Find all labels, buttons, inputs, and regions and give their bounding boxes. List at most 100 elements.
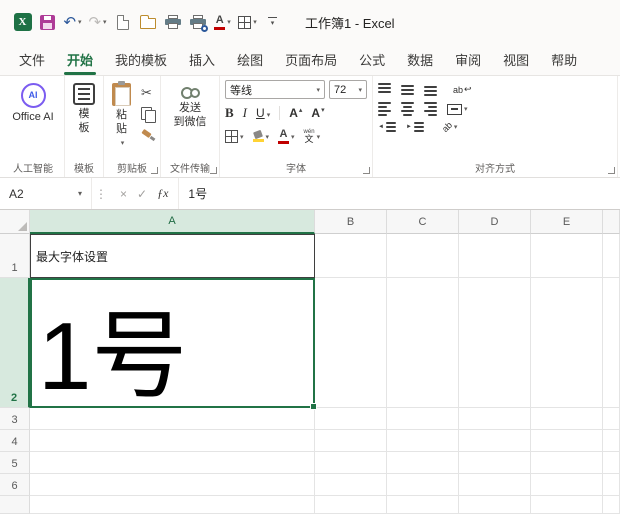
cell-a5[interactable] (30, 452, 315, 474)
cell-a7[interactable] (30, 496, 315, 514)
cell-f6[interactable] (603, 474, 620, 496)
cell-b1[interactable] (315, 234, 387, 278)
name-box[interactable]: A2 ▾ (0, 178, 92, 209)
row-header-1[interactable]: 1 (0, 234, 30, 278)
template-button[interactable]: 模板 (70, 80, 98, 139)
paste-button[interactable]: 粘贴 ▾ (109, 80, 134, 151)
tab-file[interactable]: 文件 (8, 44, 56, 75)
align-right-button[interactable] (424, 102, 437, 116)
decrease-font-button[interactable]: A ▾ (311, 107, 324, 119)
qat-borders-button[interactable]: ▾ (235, 8, 260, 36)
cell-f2[interactable] (603, 278, 620, 408)
column-header-e[interactable]: E (531, 210, 603, 234)
tab-help[interactable]: 帮助 (540, 44, 588, 75)
redo-button[interactable]: ↷ ▾ (85, 8, 110, 36)
tab-my-templates[interactable]: 我的模板 (104, 44, 178, 75)
column-header-a[interactable]: A (30, 210, 315, 234)
cell-a2-active[interactable]: 1号 (30, 278, 317, 410)
column-header-b[interactable]: B (315, 210, 387, 234)
cell-c4[interactable] (387, 430, 459, 452)
row-header-4[interactable]: 4 (0, 430, 30, 452)
align-center-button[interactable] (401, 102, 414, 116)
orientation-button[interactable]: ab ▾ (434, 120, 458, 134)
tab-formulas[interactable]: 公式 (348, 44, 396, 75)
cell-f3[interactable] (603, 408, 620, 430)
name-box-dropdown-icon[interactable]: ▾ (78, 189, 82, 198)
open-file-button[interactable] (135, 8, 160, 36)
cell-a6[interactable] (30, 474, 315, 496)
tab-review[interactable]: 审阅 (444, 44, 492, 75)
font-size-combobox[interactable]: 72 ▾ (329, 80, 367, 99)
cell-d1[interactable] (459, 234, 531, 278)
insert-function-icon[interactable]: ƒx (157, 186, 168, 201)
font-name-combobox[interactable]: 等线 ▾ (225, 80, 325, 99)
bold-button[interactable]: B (225, 105, 234, 121)
cell-e4[interactable] (531, 430, 603, 452)
cell-c1[interactable] (387, 234, 459, 278)
cell-c6[interactable] (387, 474, 459, 496)
cell-b3[interactable] (315, 408, 387, 430)
row-header-3[interactable]: 3 (0, 408, 30, 430)
increase-font-button[interactable]: A ▴ (289, 107, 302, 119)
copy-button[interactable] (141, 106, 156, 123)
tab-data[interactable]: 数据 (396, 44, 444, 75)
undo-button[interactable]: ↶ ▾ (60, 8, 85, 36)
tab-draw[interactable]: 绘图 (226, 44, 274, 75)
cell-e6[interactable] (531, 474, 603, 496)
cell-c5[interactable] (387, 452, 459, 474)
cell-d5[interactable] (459, 452, 531, 474)
cell-c2[interactable] (387, 278, 459, 408)
cell-b5[interactable] (315, 452, 387, 474)
cell-d7[interactable] (459, 496, 531, 514)
cell-d4[interactable] (459, 430, 531, 452)
top-align-button[interactable] (378, 83, 391, 96)
bottom-align-button[interactable] (424, 83, 437, 96)
font-dialog-launcher[interactable] (362, 166, 370, 174)
cell-f4[interactable] (603, 430, 620, 452)
underline-button[interactable]: U ▾ (256, 106, 270, 120)
increase-indent-button[interactable]: ► (406, 122, 424, 132)
office-ai-button[interactable]: AI Office AI (7, 80, 59, 128)
print-preview-button[interactable] (185, 8, 210, 36)
select-all-button[interactable] (0, 210, 30, 234)
customize-toolbar-button[interactable]: ▾ (260, 8, 285, 36)
phonetic-guide-button[interactable]: wén 文 ▾ (304, 129, 321, 144)
column-header-c[interactable]: C (387, 210, 459, 234)
row-header-6[interactable]: 6 (0, 474, 30, 496)
merge-center-button[interactable]: ▾ (447, 103, 468, 115)
font-color-button[interactable]: A ▾ (278, 129, 295, 144)
tab-insert[interactable]: 插入 (178, 44, 226, 75)
fill-color-button[interactable]: ▾ (252, 129, 269, 142)
cell-f5[interactable] (603, 452, 620, 474)
cell-f1[interactable] (603, 234, 620, 278)
fill-handle[interactable] (310, 403, 317, 410)
clipboard-dialog-launcher[interactable] (150, 166, 158, 174)
formula-bar-grip[interactable]: ⋮ (92, 178, 110, 209)
cell-c3[interactable] (387, 408, 459, 430)
borders-button[interactable]: ▾ (225, 130, 244, 143)
cell-a1[interactable]: 最大字体设置 (30, 234, 315, 278)
print-button[interactable] (160, 8, 185, 36)
formula-input[interactable]: 1号 (179, 178, 620, 209)
wrap-text-button[interactable]: ab ↩ (453, 84, 472, 95)
alignment-dialog-launcher[interactable] (607, 166, 615, 174)
cell-b6[interactable] (315, 474, 387, 496)
tab-home[interactable]: 开始 (56, 44, 104, 75)
cell-b7[interactable] (315, 496, 387, 514)
cell-a3[interactable] (30, 408, 315, 430)
column-header-partial[interactable] (603, 210, 620, 234)
cell-d6[interactable] (459, 474, 531, 496)
enter-icon[interactable]: ✓ (137, 187, 147, 201)
row-header-5[interactable]: 5 (0, 452, 30, 474)
decrease-indent-button[interactable]: ◄ (378, 122, 396, 132)
cell-e5[interactable] (531, 452, 603, 474)
cut-button[interactable]: ✂ (141, 85, 155, 100)
new-file-button[interactable] (110, 8, 135, 36)
cell-d3[interactable] (459, 408, 531, 430)
cell-e2[interactable] (531, 278, 603, 408)
cancel-icon[interactable]: × (120, 187, 127, 201)
tab-view[interactable]: 视图 (492, 44, 540, 75)
format-painter-button[interactable] (141, 127, 155, 142)
cell-c7[interactable] (387, 496, 459, 514)
cell-a4[interactable] (30, 430, 315, 452)
